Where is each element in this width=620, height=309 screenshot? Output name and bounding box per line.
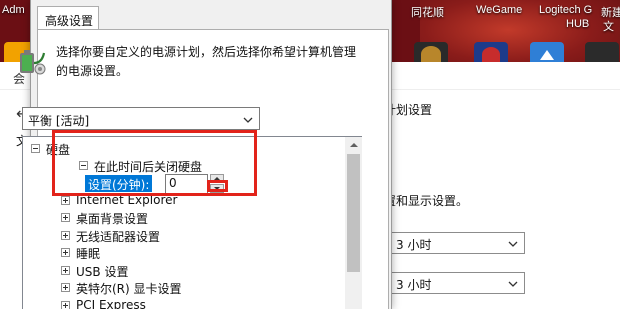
desktop-icon-label-admin[interactable]: Adm <box>2 4 25 16</box>
expand-toggle-icon[interactable] <box>61 213 70 222</box>
desktop-icon-sublabel-logitech: HUB <box>566 18 590 30</box>
desktop-icon-label-tonghuashun[interactable]: 同花顺 <box>411 4 444 20</box>
tree-item-label: 英特尔(R) 显卡设置 <box>76 282 182 296</box>
collapse-toggle-icon[interactable] <box>31 144 40 153</box>
app-icon[interactable] <box>585 42 619 62</box>
tab-label: 高级设置 <box>45 14 94 28</box>
desktop-icon-label-logitech[interactable]: Logitech G <box>539 4 592 16</box>
chevron-down-icon <box>508 241 518 247</box>
game-app-icon[interactable] <box>414 42 448 62</box>
tree-scrollbar[interactable] <box>345 137 362 309</box>
tree-item-label: PCI Express <box>76 298 146 309</box>
game-app-icon[interactable] <box>474 42 508 62</box>
scroll-thumb[interactable] <box>347 154 360 272</box>
expand-toggle-icon[interactable] <box>61 248 70 257</box>
timeout-dropdown[interactable]: 3 小时 <box>389 232 525 254</box>
expand-toggle-icon[interactable] <box>61 301 70 309</box>
tab-advanced-settings[interactable]: 高级设置 <box>37 6 99 30</box>
tree-item-label: 睡眠 <box>76 247 101 261</box>
chevron-down-icon <box>508 281 518 287</box>
highlight-box-spin-down <box>207 180 228 192</box>
timeout-dropdown[interactable]: 3 小时 <box>389 272 525 294</box>
desktop-icon-sublabel-new: 文 <box>603 21 614 33</box>
power-plan-dropdown[interactable]: 平衡 [活动] <box>22 107 260 130</box>
app-icon[interactable] <box>530 42 564 62</box>
scroll-up-arrow-icon[interactable] <box>345 137 362 153</box>
expand-toggle-icon[interactable] <box>61 283 70 292</box>
tree-item-label: USB 设置 <box>76 265 129 279</box>
desktop-icon-label-wegame[interactable]: WeGame <box>476 4 522 16</box>
tree-item-label: 无线适配器设置 <box>76 230 161 244</box>
tree-item-label: 桌面背景设置 <box>76 212 149 226</box>
expand-toggle-icon[interactable] <box>61 266 70 275</box>
dropdown-value: 3 小时 <box>396 238 432 252</box>
expand-toggle-icon[interactable] <box>61 196 70 205</box>
dropdown-value: 3 小时 <box>396 278 432 292</box>
dialog-description: 选择你要自定义的电源计划，然后选择你希望计算机管理的电源设置。 <box>56 45 357 78</box>
page-description-fragment: 置和显示设置。 <box>384 194 469 208</box>
power-plan-value: 平衡 [活动] <box>28 114 90 128</box>
chevron-down-icon <box>243 117 253 123</box>
expand-toggle-icon[interactable] <box>61 231 70 240</box>
power-plan-icon <box>20 50 46 75</box>
